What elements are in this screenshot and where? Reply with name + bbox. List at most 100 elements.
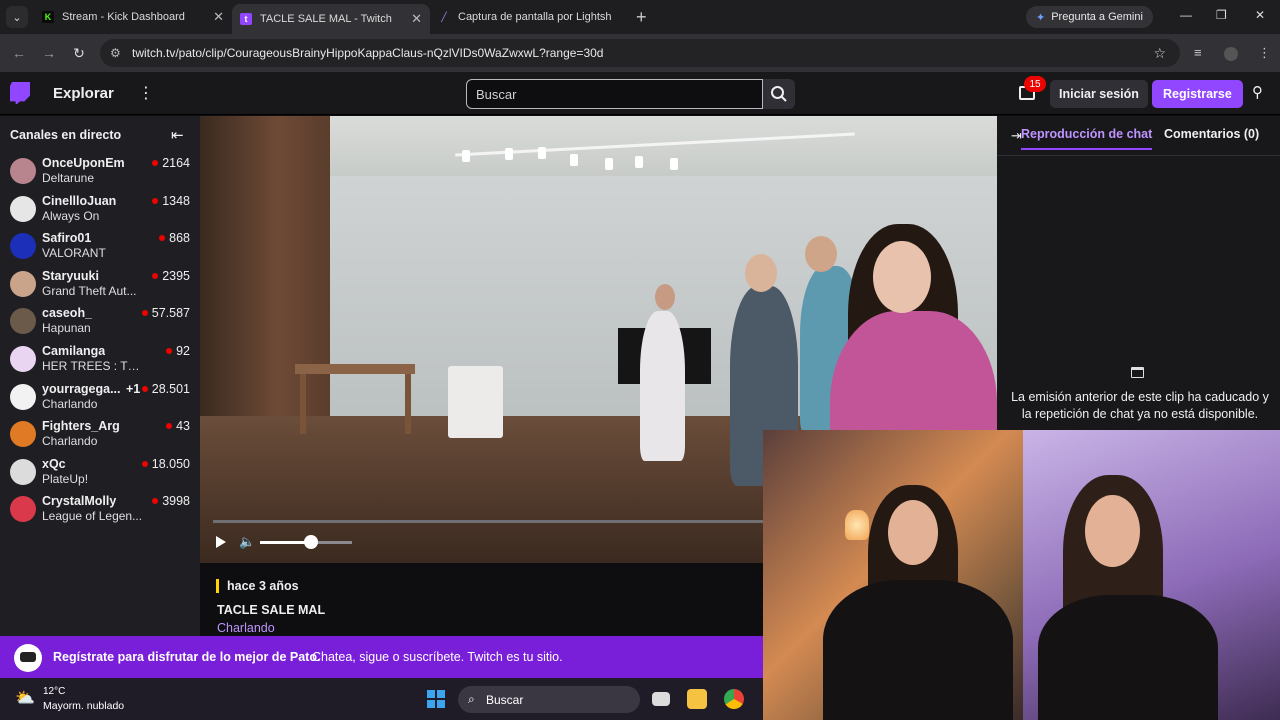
- video-scene: [405, 374, 411, 434]
- gemini-sparkle-icon: ✦: [1036, 11, 1046, 24]
- sidebar-channel[interactable]: CrystalMolly League of Legen... 3998: [0, 492, 200, 528]
- channel-game: Always On: [42, 208, 100, 223]
- video-scene: [805, 236, 837, 272]
- clip-title: TACLE SALE MAL: [217, 603, 326, 617]
- windows-start-icon[interactable]: [427, 690, 445, 708]
- search-icon: ⌕: [468, 692, 475, 706]
- sidebar-channel[interactable]: yourragega... +1 Charlando 28.501: [0, 380, 200, 416]
- browser-tab-lightshot[interactable]: ╱ Captura de pantalla por Lightsh: [430, 0, 628, 34]
- forward-icon[interactable]: →: [34, 45, 64, 61]
- close-tab-icon[interactable]: ✕: [411, 11, 422, 27]
- video-scene: [605, 158, 613, 170]
- channel-game: League of Legen...: [42, 509, 143, 524]
- tab-comments[interactable]: Comentarios (0): [1164, 127, 1259, 141]
- task-view-icon[interactable]: [652, 692, 670, 706]
- sidebar-channel[interactable]: Camilanga HER TREES : THE... 92: [0, 342, 200, 378]
- sidebar-channel[interactable]: OnceUponEm Deltarune 2164: [0, 154, 200, 190]
- explore-link[interactable]: Explorar: [53, 85, 114, 102]
- bookmark-star-icon[interactable]: ☆: [1153, 45, 1166, 62]
- video-scene: [538, 147, 546, 159]
- viewer-count-value: 3998: [162, 494, 190, 509]
- profile-avatar-icon[interactable]: [1224, 47, 1238, 61]
- browser-tab-bar: ⌄ K Stream - Kick Dashboard ✕ t TACLE SA…: [0, 0, 1280, 34]
- file-explorer-icon[interactable]: [687, 689, 707, 709]
- browser-menu-icon[interactable]: ⋮: [1258, 45, 1271, 61]
- viewer-count-value: 57.587: [151, 306, 190, 321]
- sidebar-channel[interactable]: CinellloJuan Always On 1348: [0, 192, 200, 228]
- collapse-sidebar-icon[interactable]: ⇤: [171, 126, 184, 144]
- sidebar-header: Canales en directo: [10, 128, 122, 142]
- lightshot-feather-icon: ╱: [441, 11, 447, 22]
- chrome-icon[interactable]: [724, 689, 744, 709]
- avatar: [10, 158, 36, 184]
- reload-icon[interactable]: ↻: [64, 45, 94, 62]
- live-dot-icon: [166, 423, 173, 430]
- url-field[interactable]: ⚙ twitch.tv/pato/clip/CourageousBrainyHi…: [100, 39, 1180, 67]
- login-button[interactable]: Iniciar sesión: [1050, 80, 1148, 108]
- search-icon: [771, 86, 787, 102]
- kick-icon: K: [42, 11, 54, 23]
- browser-tab-twitch[interactable]: t TACLE SALE MAL - Twitch ✕: [232, 4, 430, 34]
- video-progress-bar[interactable]: [213, 520, 773, 523]
- live-dot-icon: [166, 348, 173, 354]
- sidebar-channel[interactable]: Fighters_Arg Charlando 43: [0, 417, 200, 453]
- clapperboard-icon: [1131, 367, 1144, 378]
- weather-cloud-icon[interactable]: ⛅: [15, 688, 35, 708]
- video-scene: [570, 154, 578, 166]
- video-scene: [635, 156, 643, 168]
- live-dot-icon: [141, 460, 148, 467]
- viewer-count: 57.587: [141, 306, 190, 321]
- close-tab-icon[interactable]: ✕: [213, 9, 224, 25]
- chat-panel: ⇥ Reproducción de chat Comentarios (0) L…: [997, 116, 1280, 430]
- twitch-top-nav: Explorar ⋮ 15 Iniciar sesión Registrarse…: [0, 72, 1280, 115]
- sidebar-channel[interactable]: Safiro01 VALORANT 868: [0, 229, 200, 265]
- search-button[interactable]: [763, 79, 795, 109]
- banner-text: Chatea, sigue o suscríbete. Twitch es tu…: [312, 650, 563, 664]
- clip-category-link[interactable]: Charlando: [217, 621, 275, 635]
- weather-condition[interactable]: Mayorm. nublado: [43, 700, 124, 712]
- taskbar-search[interactable]: ⌕ Buscar: [458, 686, 640, 713]
- weather-temperature[interactable]: 12°C: [43, 686, 65, 697]
- restore-icon[interactable]: ❐: [1216, 8, 1227, 22]
- sidebar-channel[interactable]: Staryuuki Grand Theft Aut... 2395: [0, 267, 200, 303]
- tab-chat-replay[interactable]: Reproducción de chat: [1021, 127, 1153, 150]
- play-icon[interactable]: [216, 536, 226, 548]
- channel-game: Grand Theft Aut...: [42, 283, 137, 298]
- volume-icon[interactable]: 🔈: [239, 534, 255, 550]
- viewer-count-value: 868: [169, 231, 190, 246]
- notification-badge: 15: [1024, 76, 1046, 92]
- more-menu-icon[interactable]: ⋮: [138, 83, 154, 103]
- avatar: [10, 270, 36, 297]
- channel-name: CrystalMolly: [42, 494, 117, 509]
- site-info-icon[interactable]: ⚙: [110, 46, 121, 60]
- browser-tab-kick[interactable]: K Stream - Kick Dashboard ✕: [34, 0, 232, 34]
- channel-game: HER TREES : THE...: [42, 359, 148, 373]
- reading-list-icon[interactable]: ≡: [1194, 45, 1202, 60]
- sidebar-channel[interactable]: caseoh_ Hapunan 57.587: [0, 304, 200, 340]
- gemini-button[interactable]: ✦ Pregunta a Gemini: [1026, 6, 1153, 28]
- tab-title: Stream - Kick Dashboard: [62, 11, 185, 23]
- viewer-count: 43: [166, 419, 190, 433]
- sidebar-channel[interactable]: xQc PlateUp! 18.050: [0, 455, 200, 491]
- user-menu-icon[interactable]: ⚲: [1252, 83, 1263, 101]
- register-button[interactable]: Registrarse: [1152, 80, 1243, 108]
- tab-title: Captura de pantalla por Lightsh: [458, 11, 612, 23]
- new-tab-icon[interactable]: +: [636, 7, 647, 28]
- viewer-count: 28.501: [141, 382, 190, 396]
- search-input[interactable]: [466, 79, 763, 109]
- signup-banner[interactable]: Regístrate para disfrutar de lo mejor de…: [0, 636, 763, 678]
- twitch-logo-icon[interactable]: [10, 82, 30, 104]
- channel-extra: +1: [126, 381, 141, 396]
- back-icon[interactable]: ←: [4, 45, 34, 61]
- minimize-icon[interactable]: —: [1180, 8, 1192, 22]
- channel-game: PlateUp!: [42, 471, 89, 486]
- gemini-label: Pregunta a Gemini: [1051, 11, 1143, 23]
- live-dot-icon: [152, 197, 159, 204]
- volume-knob[interactable]: [303, 535, 318, 549]
- chat-tabs: ⇥ Reproducción de chat Comentarios (0): [997, 116, 1280, 156]
- video-scene: [745, 254, 777, 292]
- channel-name: Fighters_Arg: [42, 419, 120, 434]
- channel-name: caseoh_: [42, 306, 93, 321]
- close-window-icon[interactable]: ✕: [1255, 8, 1265, 22]
- tab-search-dropdown-icon[interactable]: ⌄: [6, 6, 28, 28]
